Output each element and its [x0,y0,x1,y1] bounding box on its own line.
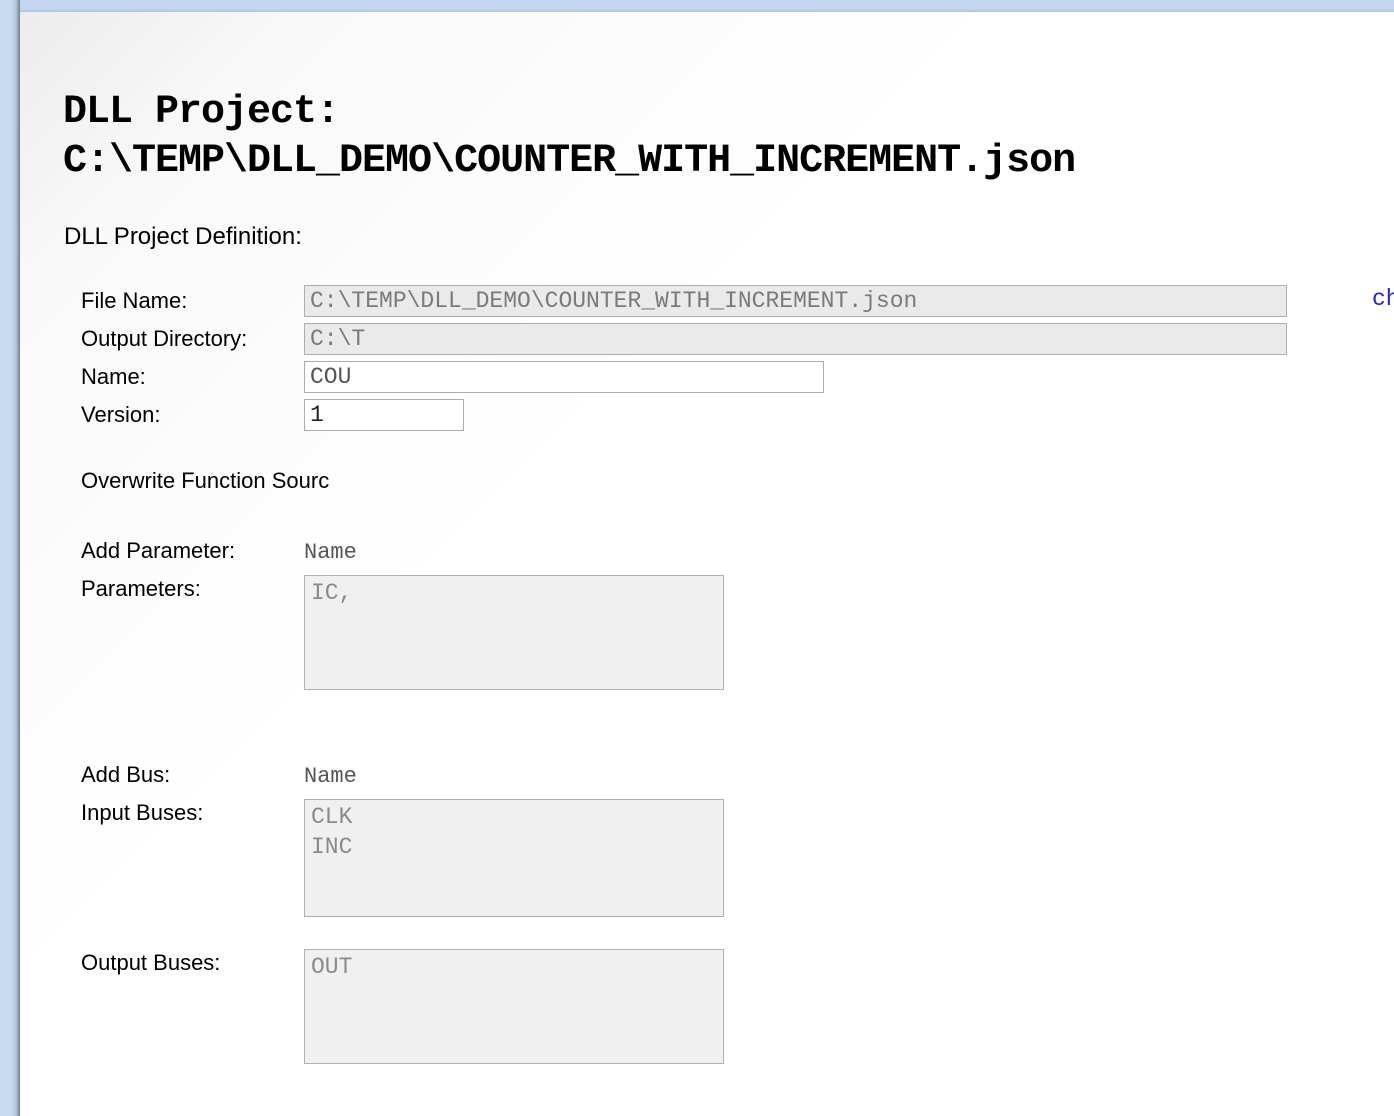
overwrite-function-source-label: Overwrite Function Sourc [81,468,329,494]
file-name-label: File Name: [81,288,187,314]
output-buses-textarea[interactable]: OUT [304,949,724,1064]
page-title-line2: C:\TEMP\DLL_DEMO\COUNTER_WITH_INCREMENT.… [63,137,1075,186]
input-buses-textarea[interactable]: CLK INC [304,799,724,917]
output-directory-label: Output Directory: [81,326,247,352]
add-parameter-name-field-label: Name [304,540,357,565]
add-bus-name-field-label: Name [304,764,357,789]
parameters-label: Parameters: [81,576,201,602]
version-input[interactable] [304,399,464,431]
document-page: DLL Project: C:\TEMP\DLL_DEMO\COUNTER_WI… [20,12,1394,1116]
file-name-input[interactable] [304,285,1287,317]
section-heading: DLL Project Definition: [64,223,302,251]
backdrop-top [0,0,1394,12]
name-input[interactable] [304,361,824,393]
parameters-textarea[interactable]: IC, [304,575,724,690]
output-buses-label: Output Buses: [81,950,220,976]
add-parameter-label: Add Parameter: [81,538,235,564]
version-label: Version: [81,402,161,428]
output-directory-input[interactable] [304,323,1287,355]
backdrop-left [0,0,20,1116]
name-label: Name: [81,364,146,390]
page-title: DLL Project: C:\TEMP\DLL_DEMO\COUNTER_WI… [63,88,1075,186]
page-title-line1: DLL Project: [63,88,1075,137]
input-buses-label: Input Buses: [81,800,203,826]
choose-link-fragment[interactable]: ch [1372,286,1394,312]
add-bus-label: Add Bus: [81,762,170,788]
